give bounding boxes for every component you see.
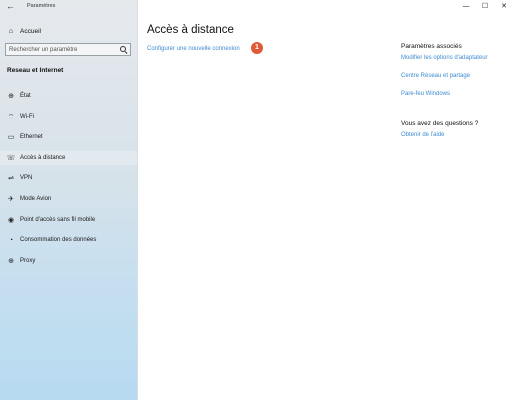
- data-usage-icon: ◔: [8, 236, 14, 244]
- sidebar-item-label: Point d'accès sans fil mobile: [20, 217, 96, 223]
- adapter-options-link[interactable]: Modifier les options d'adaptateur: [401, 55, 488, 61]
- sidebar-item-wifi[interactable]: ⌔ Wi-Fi: [0, 110, 137, 124]
- setup-connection-link[interactable]: Configurer une nouvelle connexion: [147, 46, 240, 52]
- home-label: Accueil: [20, 28, 41, 35]
- sidebar-item-mode-avion[interactable]: ✈ Mode Avion: [0, 192, 137, 206]
- sidebar-item-label: Accès à distance: [20, 155, 66, 161]
- sidebar-item-proxy[interactable]: ⊕ Proxy: [0, 254, 137, 268]
- questions-title: Vous avez des questions ?: [401, 120, 479, 127]
- get-help-link[interactable]: Obtenir de l'aide: [401, 132, 445, 138]
- wifi-icon: ⌔: [7, 113, 15, 121]
- related-settings-title: Paramètres associés: [401, 43, 462, 50]
- page-title: Accès à distance: [147, 24, 234, 36]
- sidebar-item-vpn[interactable]: ⇌ VPN: [0, 171, 137, 185]
- sidebar-item-label: Ethernet: [20, 134, 43, 140]
- sidebar-item-label: État: [20, 93, 31, 99]
- sidebar-item-label: VPN: [20, 175, 33, 181]
- step-badge: 1: [251, 42, 263, 54]
- home-nav-item[interactable]: ⌂ Accueil: [6, 26, 41, 37]
- sidebar-item-label: Wi-Fi: [20, 114, 34, 120]
- title-bar: ← Paramètres: [0, 0, 137, 14]
- firewall-link[interactable]: Pare-feu Windows: [401, 91, 450, 97]
- hotspot-icon: ◉: [7, 217, 15, 224]
- sidebar: ← Paramètres ⌂ Accueil Rechercher un par…: [0, 0, 138, 400]
- search-icon[interactable]: [120, 46, 128, 54]
- vpn-icon: ⇌: [8, 175, 14, 182]
- close-button[interactable]: ✕: [494, 0, 514, 14]
- sidebar-item-ethernet[interactable]: ▭ Ethernet: [0, 130, 137, 144]
- sidebar-item-label: Consommation des données: [20, 237, 97, 243]
- globe-status-icon: ⊕: [8, 93, 14, 100]
- dialup-icon: ☏: [6, 155, 16, 162]
- maximize-button[interactable]: ☐: [475, 0, 495, 14]
- home-icon: ⌂: [8, 28, 14, 35]
- sidebar-item-label: Proxy: [20, 258, 36, 264]
- sidebar-item-etat[interactable]: ⊕ État: [0, 89, 137, 103]
- search-input[interactable]: Rechercher un paramètre: [9, 47, 120, 53]
- airplane-icon: ✈: [8, 196, 14, 203]
- app-title: Paramètres: [27, 3, 56, 9]
- network-center-link[interactable]: Centre Réseau et partage: [401, 73, 470, 79]
- sidebar-item-point-d-acces[interactable]: ◉ Point d'accès sans fil mobile: [0, 213, 137, 227]
- minimize-button[interactable]: —: [456, 0, 476, 14]
- section-title: Reseau et Internet: [7, 67, 64, 74]
- sidebar-item-consommation[interactable]: ◔ Consommation des données: [0, 233, 137, 247]
- sidebar-item-label: Mode Avion: [20, 196, 52, 202]
- proxy-globe-icon: ⊕: [8, 258, 14, 265]
- ethernet-icon: ▭: [7, 134, 15, 141]
- search-box[interactable]: Rechercher un paramètre: [5, 43, 131, 56]
- back-arrow-icon[interactable]: ←: [6, 1, 15, 11]
- sidebar-item-acces-a-distance[interactable]: ☏ Accès à distance: [0, 151, 137, 165]
